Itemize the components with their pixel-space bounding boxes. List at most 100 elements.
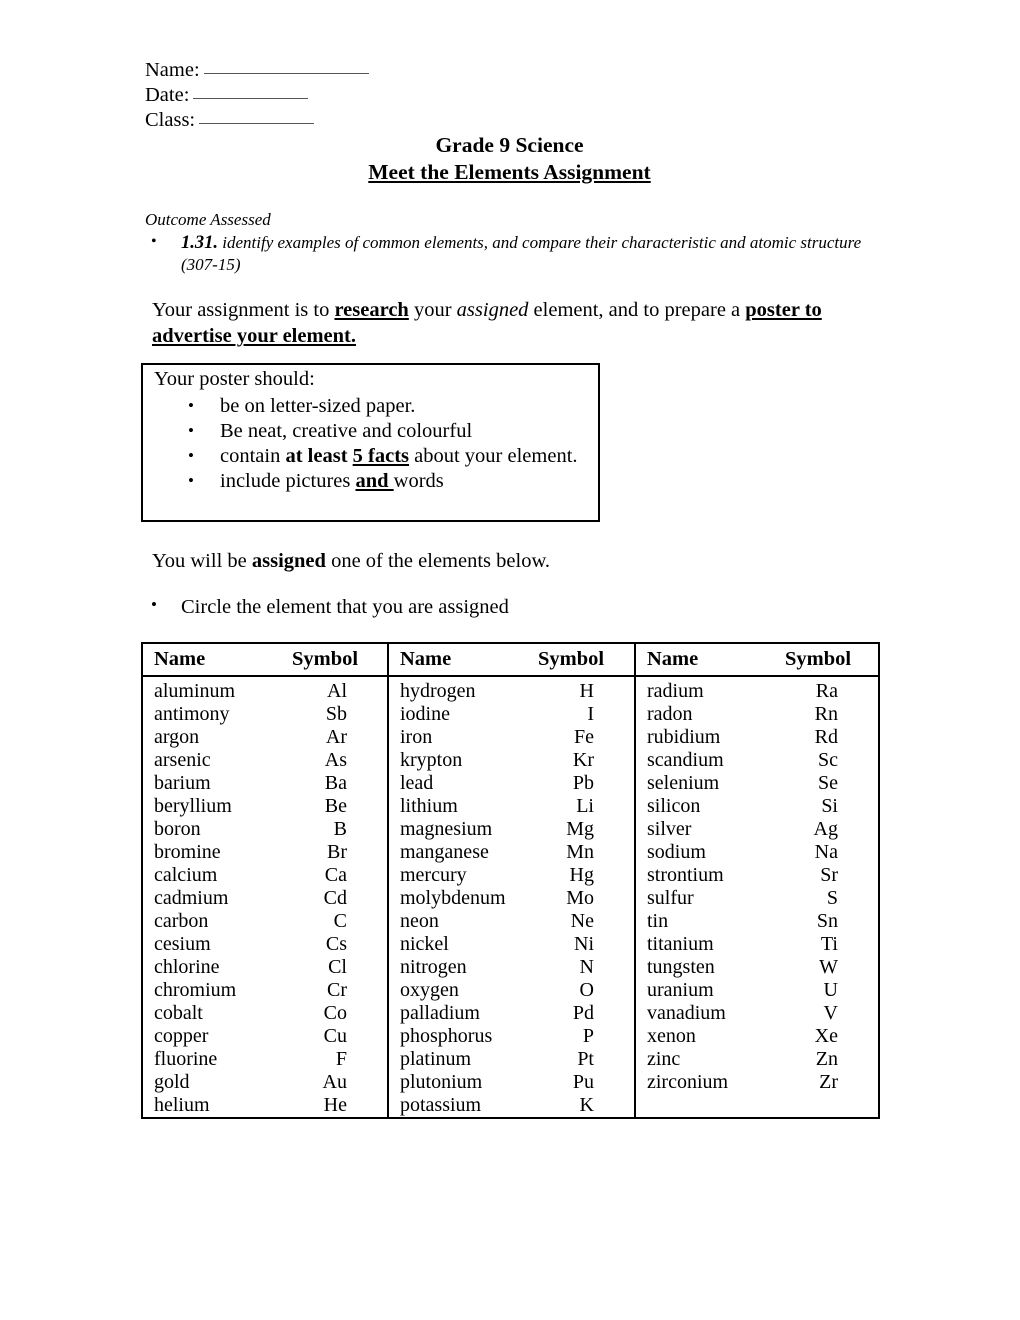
table-row[interactable]: bromine Br manganese Mn sodium Na	[141, 841, 880, 864]
element-symbol-cell[interactable]: Mo	[538, 887, 635, 910]
table-row[interactable]: boron Bmagnesium Mg silver Ag	[141, 818, 880, 841]
element-name-cell[interactable]: zirconium	[634, 1071, 785, 1094]
element-symbol-cell[interactable]: H	[538, 676, 635, 703]
element-name-cell[interactable]: zinc	[634, 1048, 785, 1071]
table-row[interactable]: arsenic As krypton Kr scandium Sc	[141, 749, 880, 772]
table-row[interactable]: carbon Cneon Ne tin Sn	[141, 910, 880, 933]
element-name-cell[interactable]: radon	[634, 703, 785, 726]
element-symbol-cell[interactable]: Hg	[538, 864, 635, 887]
table-row[interactable]: antimony Sb iodine Iradon Rn	[141, 703, 880, 726]
element-symbol-cell[interactable]: Ni	[538, 933, 635, 956]
element-symbol-cell[interactable]: Co	[292, 1002, 388, 1025]
element-symbol-cell[interactable]: As	[292, 749, 388, 772]
element-symbol-cell[interactable]: Cl	[292, 956, 388, 979]
element-symbol-cell[interactable]: Zr	[785, 1071, 880, 1094]
element-name-cell[interactable]: chlorine	[141, 956, 292, 979]
element-symbol-cell[interactable]: B	[292, 818, 388, 841]
element-name-cell[interactable]: scandium	[634, 749, 785, 772]
element-name-cell[interactable]: molybdenum	[387, 887, 538, 910]
element-symbol-cell[interactable]: Na	[785, 841, 880, 864]
element-name-cell[interactable]: magnesium	[387, 818, 538, 841]
table-row[interactable]: chromium Cr oxygen Ouranium U	[141, 979, 880, 1002]
element-name-cell[interactable]: manganese	[387, 841, 538, 864]
element-name-cell[interactable]: chromium	[141, 979, 292, 1002]
table-row[interactable]: gold Au plutonium Pu zirconium Zr	[141, 1071, 880, 1094]
element-symbol-cell[interactable]: U	[785, 979, 880, 1002]
date-field-blank[interactable]	[193, 83, 309, 99]
element-symbol-cell[interactable]: Si	[785, 795, 880, 818]
table-row[interactable]: cadmium Cd molybdenum Mo sulfur S	[141, 887, 880, 910]
element-name-cell[interactable]: gold	[141, 1071, 292, 1094]
element-name-cell[interactable]: krypton	[387, 749, 538, 772]
element-symbol-cell[interactable]: Ne	[538, 910, 635, 933]
element-name-cell[interactable]: strontium	[634, 864, 785, 887]
class-field-blank[interactable]	[199, 108, 315, 124]
element-symbol-cell[interactable]: Xe	[785, 1025, 880, 1048]
element-symbol-cell[interactable]: Ca	[292, 864, 388, 887]
element-name-cell[interactable]: uranium	[634, 979, 785, 1002]
element-name-cell[interactable]: platinum	[387, 1048, 538, 1071]
element-symbol-cell[interactable]: Cs	[292, 933, 388, 956]
element-symbol-cell[interactable]: Ag	[785, 818, 880, 841]
element-name-cell[interactable]: arsenic	[141, 749, 292, 772]
table-row[interactable]: beryllium Be lithium Li silicon Si	[141, 795, 880, 818]
element-symbol-cell[interactable]: I	[538, 703, 635, 726]
element-symbol-cell[interactable]: Ra	[785, 676, 880, 703]
element-name-cell[interactable]: titanium	[634, 933, 785, 956]
element-symbol-cell[interactable]: Pd	[538, 1002, 635, 1025]
element-name-cell[interactable]: bromine	[141, 841, 292, 864]
element-symbol-cell[interactable]: Ti	[785, 933, 880, 956]
element-name-cell[interactable]: aluminum	[141, 676, 292, 703]
table-row[interactable]: chlorine Cl nitrogen Ntungsten W	[141, 956, 880, 979]
element-name-cell[interactable]: nickel	[387, 933, 538, 956]
element-name-cell[interactable]: lead	[387, 772, 538, 795]
element-symbol-cell[interactable]: Sn	[785, 910, 880, 933]
element-name-cell[interactable]: calcium	[141, 864, 292, 887]
element-name-cell[interactable]: copper	[141, 1025, 292, 1048]
table-row[interactable]: aluminum Al hydrogen Hradium Ra	[141, 676, 880, 703]
element-symbol-cell[interactable]	[785, 1094, 880, 1119]
element-symbol-cell[interactable]: Rn	[785, 703, 880, 726]
element-name-cell[interactable]: cadmium	[141, 887, 292, 910]
element-name-cell[interactable]: silver	[634, 818, 785, 841]
element-symbol-cell[interactable]: Au	[292, 1071, 388, 1094]
element-symbol-cell[interactable]: N	[538, 956, 635, 979]
table-row[interactable]: cobalt Co palladium Pd vanadium V	[141, 1002, 880, 1025]
element-symbol-cell[interactable]: Mg	[538, 818, 635, 841]
element-symbol-cell[interactable]: Be	[292, 795, 388, 818]
element-symbol-cell[interactable]: V	[785, 1002, 880, 1025]
element-symbol-cell[interactable]: Cr	[292, 979, 388, 1002]
element-name-cell[interactable]: potassium	[387, 1094, 538, 1119]
element-symbol-cell[interactable]: Al	[292, 676, 388, 703]
element-symbol-cell[interactable]: Rd	[785, 726, 880, 749]
element-symbol-cell[interactable]: Fe	[538, 726, 635, 749]
element-name-cell[interactable]: helium	[141, 1094, 292, 1119]
element-symbol-cell[interactable]: S	[785, 887, 880, 910]
element-name-cell[interactable]: antimony	[141, 703, 292, 726]
element-name-cell[interactable]: phosphorus	[387, 1025, 538, 1048]
table-row[interactable]: fluorine Fplatinum Pt zinc Zn	[141, 1048, 880, 1071]
element-symbol-cell[interactable]: Br	[292, 841, 388, 864]
element-symbol-cell[interactable]: Sb	[292, 703, 388, 726]
element-symbol-cell[interactable]: Ar	[292, 726, 388, 749]
element-symbol-cell[interactable]: Se	[785, 772, 880, 795]
element-symbol-cell[interactable]: W	[785, 956, 880, 979]
element-symbol-cell[interactable]: Pb	[538, 772, 635, 795]
element-name-cell[interactable]: neon	[387, 910, 538, 933]
element-symbol-cell[interactable]: Pu	[538, 1071, 635, 1094]
element-symbol-cell[interactable]: Cu	[292, 1025, 388, 1048]
element-name-cell[interactable]: selenium	[634, 772, 785, 795]
table-row[interactable]: cesium Cs nickel Ni titanium Ti	[141, 933, 880, 956]
element-name-cell[interactable]: boron	[141, 818, 292, 841]
element-symbol-cell[interactable]: Sr	[785, 864, 880, 887]
element-symbol-cell[interactable]: Pt	[538, 1048, 635, 1071]
element-symbol-cell[interactable]: Li	[538, 795, 635, 818]
element-name-cell[interactable]: mercury	[387, 864, 538, 887]
element-symbol-cell[interactable]: Cd	[292, 887, 388, 910]
element-name-cell[interactable]: iron	[387, 726, 538, 749]
table-row[interactable]: argon Ar iron Fe rubidium Rd	[141, 726, 880, 749]
element-symbol-cell[interactable]: Zn	[785, 1048, 880, 1071]
element-name-cell[interactable]: plutonium	[387, 1071, 538, 1094]
table-row[interactable]: barium Ba lead Pb selenium Se	[141, 772, 880, 795]
element-symbol-cell[interactable]: O	[538, 979, 635, 1002]
